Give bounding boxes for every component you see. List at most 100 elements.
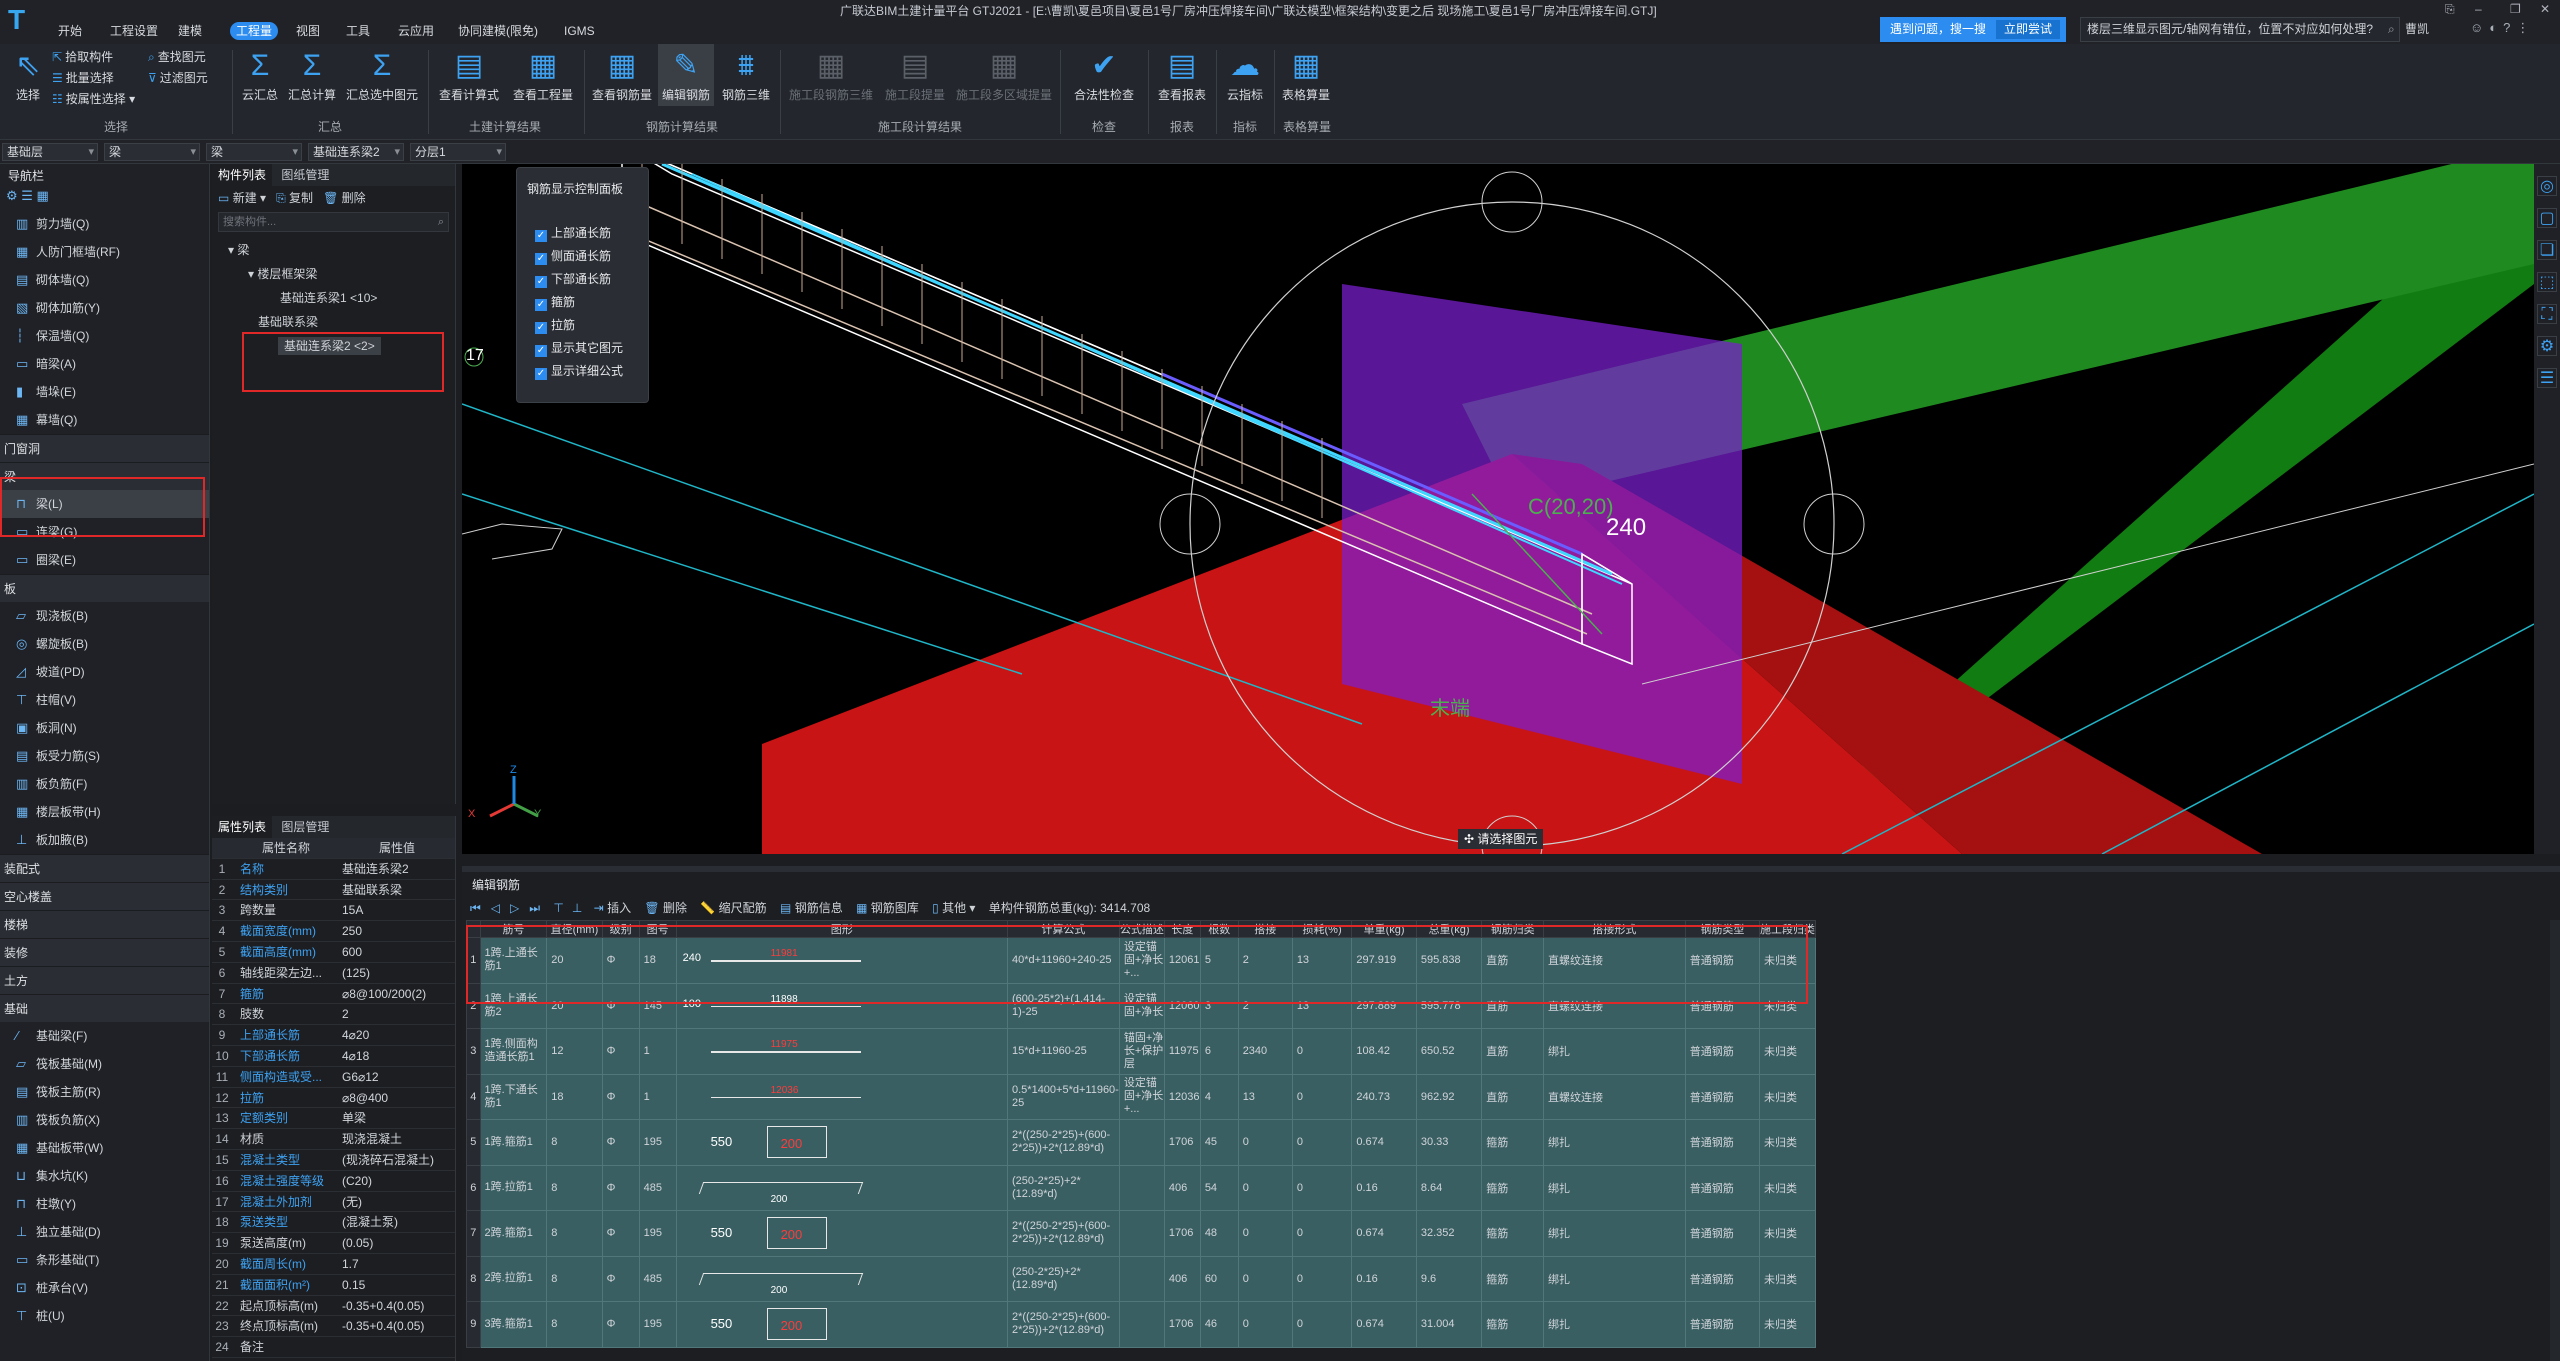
cell-lapf[interactable]: 绑扎	[1542, 1210, 1686, 1257]
rebar-library-button[interactable]: ▦ 钢筋图库	[856, 901, 919, 915]
cell-cnt[interactable]: 5	[1199, 937, 1239, 984]
column-header[interactable]: 筋号	[479, 920, 548, 938]
table-scrollbar[interactable]	[2550, 920, 2560, 1361]
question-search-input[interactable]: 楼层三维显示图元/轴网有错位，位置不对应如何处理?	[2080, 17, 2400, 42]
cell-lap[interactable]: 0	[1237, 1255, 1293, 1302]
cell-desc[interactable]	[1118, 1164, 1165, 1211]
property-row[interactable]: 4 截面宽度(mm) 250	[212, 921, 455, 942]
cell-len[interactable]: 12061	[1163, 937, 1201, 984]
cell-id[interactable]: 1跨.上通长筋1	[479, 937, 548, 984]
cell-desc[interactable]	[1118, 1119, 1165, 1166]
table-row[interactable]: 9 3跨.箍筋1 8 Φ 195 550 200 2*((250-2*25)+(600-2*2…	[466, 1301, 1816, 1348]
cell-uw[interactable]: 0.674	[1351, 1119, 1417, 1166]
cell-fig[interactable]: 195	[638, 1210, 677, 1257]
nav-item-items_top-4[interactable]: ┆ 保温墙(Q)	[0, 322, 209, 350]
tree-group-foundation-beam[interactable]: 基础联系梁	[212, 310, 455, 334]
nav-item-items_top-5[interactable]: ▭ 暗梁(A)	[0, 350, 209, 378]
maximize-icon[interactable]: ❐	[2510, 2, 2521, 16]
select-by-attr-button[interactable]: ☷ 按属性选择 ▾	[52, 90, 135, 107]
cell-loss[interactable]: 0	[1291, 1301, 1353, 1348]
nav-category-slab[interactable]: 板	[0, 574, 209, 602]
cell-tw[interactable]: 9.6	[1415, 1255, 1483, 1302]
cell-desc[interactable]	[1118, 1301, 1165, 1348]
list-icon[interactable]: ☰	[2537, 368, 2557, 388]
menu-tab-3[interactable]: 工程量	[230, 22, 279, 40]
tree-item-beam2[interactable]: 基础连系梁2 <2>	[278, 337, 381, 355]
cell-cnt[interactable]: 54	[1199, 1164, 1239, 1211]
find-element-button[interactable]: ⌕ 查找图元	[148, 48, 206, 65]
property-value[interactable]: 250	[342, 921, 452, 942]
tree-item-beam1[interactable]: 基础连系梁1 <10>	[212, 286, 455, 310]
table-row[interactable]: 2 1跨.上通长筋2 20 Φ 145 100 11898 (600-25*2)+(1.414…	[466, 982, 1816, 1029]
property-row[interactable]: 14 材质 现浇混凝土	[212, 1129, 455, 1150]
property-value[interactable]: -0.35+0.4(0.05)	[342, 1316, 452, 1337]
cell-formula[interactable]: 2*((250-2*25)+(600-2*25))+2*(12.89*d)	[1007, 1301, 1120, 1348]
rebar-option-5[interactable]: ✓ 显示其它图元	[535, 339, 623, 357]
cell-loss[interactable]: 0	[1291, 1255, 1353, 1302]
cell-fig[interactable]: 145	[638, 982, 677, 1029]
cell-id[interactable]: 1跨.下通长筋1	[479, 1073, 548, 1120]
nav-item-items_found-0[interactable]: ⁄ 基础梁(F)	[0, 1022, 209, 1050]
nav-category-0[interactable]: 装配式	[0, 854, 209, 882]
nav-item-items_slab-1[interactable]: ◎ 螺旋板(B)	[0, 630, 209, 658]
property-row[interactable]: 24 备注	[212, 1337, 455, 1358]
checkbox-checked-icon[interactable]: ✓	[535, 230, 547, 242]
rebar-option-3[interactable]: ✓ 箍筋	[535, 293, 575, 311]
cell-type[interactable]: 普通钢筋	[1684, 1255, 1761, 1302]
cell-cls[interactable]: 箍筋	[1481, 1164, 1544, 1211]
cell-cls[interactable]: 箍筋	[1481, 1255, 1544, 1302]
view-rebar-button[interactable]: ▦ 查看钢筋量	[590, 44, 654, 106]
property-value[interactable]: 基础联系梁	[342, 880, 452, 901]
cell-lap[interactable]: 2	[1237, 982, 1293, 1029]
summary-selected-button[interactable]: Σ 汇总选中图元	[342, 44, 422, 106]
rebar-3d-button[interactable]: ⩩ 钢筋三维	[718, 44, 774, 106]
cell-d[interactable]: 12	[546, 1028, 603, 1075]
cell-type[interactable]: 普通钢筋	[1684, 982, 1761, 1029]
nav-item-items_top-6[interactable]: ▮ 墙垛(E)	[0, 378, 209, 406]
cell-desc[interactable]: 锚固+净长+保护层	[1118, 1028, 1165, 1075]
cell-g[interactable]: Φ	[601, 1073, 640, 1120]
property-row[interactable]: 8 肢数 2	[212, 1004, 455, 1026]
column-header[interactable]: 根数	[1199, 920, 1239, 938]
property-value[interactable]: G6⌀12	[342, 1067, 452, 1088]
cell-lapf[interactable]: 绑扎	[1542, 1255, 1686, 1302]
phase-quantity-button[interactable]: ▤ 施工段提量	[880, 44, 950, 106]
table-row[interactable]: 7 2跨.箍筋1 8 Φ 195 550 200 2*((250-2*25)+(600-2*2…	[466, 1210, 1816, 1257]
column-header[interactable]: 钢筋归类	[1481, 920, 1544, 938]
column-header[interactable]: 钢筋类型	[1684, 920, 1761, 938]
cell-formula[interactable]: 40*d+11960+240-25	[1007, 937, 1120, 984]
property-row[interactable]: 7 箍筋 ⌀8@100/200(2)	[212, 984, 455, 1005]
cell-type[interactable]: 普通钢筋	[1684, 1164, 1761, 1211]
cell-fig[interactable]: 485	[638, 1164, 677, 1211]
cell-phase[interactable]: 未归类	[1759, 1073, 1816, 1120]
cell-len[interactable]: 1706	[1163, 1301, 1201, 1348]
column-header[interactable]: 搭接	[1237, 920, 1293, 938]
3d-viewport[interactable]: 17 240 C(20,20) 末端 X Y Z ✣ 请选择图元	[462, 164, 2534, 854]
property-row[interactable]: 20 截面周长(m) 1.7	[212, 1254, 455, 1275]
cell-cls[interactable]: 直筋	[1481, 982, 1544, 1029]
cell-lapf[interactable]: 绑扎	[1542, 1119, 1686, 1166]
property-value[interactable]: -0.35+0.4(0.05)	[342, 1296, 452, 1317]
cell-phase[interactable]: 未归类	[1759, 1164, 1816, 1211]
view-formula-button[interactable]: ▤ 查看计算式	[434, 44, 504, 106]
delete-button[interactable]: 🗑 删除	[323, 191, 366, 205]
menu-tab-0[interactable]: 开始	[52, 22, 88, 40]
nav-item-items_slab-5[interactable]: ▤ 板受力筋(S)	[0, 742, 209, 770]
cell-phase[interactable]: 未归类	[1759, 982, 1816, 1029]
property-row[interactable]: 13 定额类别 单梁	[212, 1108, 455, 1130]
nav-item-items_slab-4[interactable]: ▣ 板洞(N)	[0, 714, 209, 742]
nav-item-items_found-10[interactable]: ⊤ 桩(U)	[0, 1302, 209, 1330]
column-header[interactable]: 单重(kg)	[1351, 920, 1417, 938]
table-row[interactable]: 5 1跨.箍筋1 8 Φ 195 550 200 2*((250-2*25)+(600-2*2…	[466, 1119, 1816, 1166]
cell-lap[interactable]: 2	[1237, 937, 1293, 984]
cell-g[interactable]: Φ	[601, 1255, 640, 1302]
cell-id[interactable]: 1跨.箍筋1	[479, 1119, 548, 1166]
table-quantity-button[interactable]: ▦ 表格算量	[1278, 44, 1334, 106]
cell-g[interactable]: Φ	[601, 1301, 640, 1348]
search-icon[interactable]: ⌕	[2388, 22, 2395, 37]
cell-cnt[interactable]: 6	[1199, 1028, 1239, 1075]
cell-lapf[interactable]: 绑扎	[1542, 1164, 1686, 1211]
cell-type[interactable]: 普通钢筋	[1684, 937, 1761, 984]
cell-len[interactable]: 11975	[1163, 1028, 1201, 1075]
row-move-icons[interactable]: ⊤⊥	[553, 901, 590, 915]
